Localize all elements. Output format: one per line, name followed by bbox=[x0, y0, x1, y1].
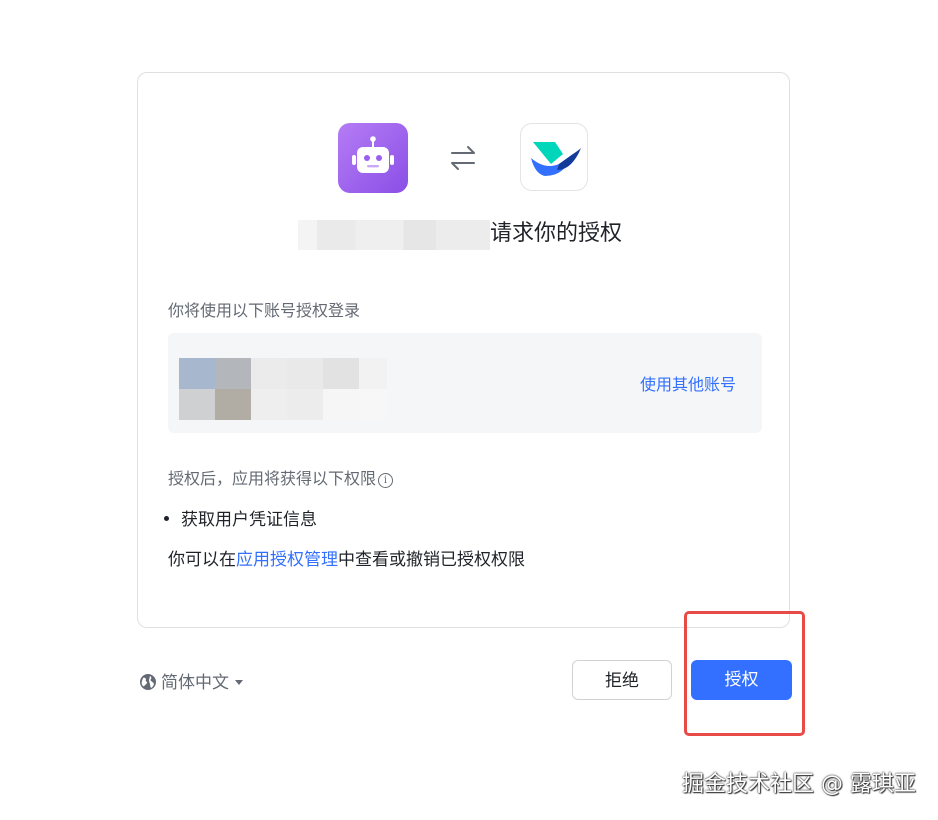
language-label: 简体中文 bbox=[161, 673, 229, 693]
chevron-down-icon bbox=[235, 680, 243, 685]
highlight-annotation bbox=[684, 611, 805, 736]
manage-suffix: 中查看或撤销已授权权限 bbox=[338, 550, 525, 570]
account-box: 使用其他账号 bbox=[168, 333, 762, 433]
globe-icon bbox=[140, 674, 156, 690]
account-label: 你将使用以下账号授权登录 bbox=[168, 301, 361, 320]
auth-title-row: 请求你的授权 bbox=[138, 217, 789, 251]
permission-item: 获取用户凭证信息 bbox=[164, 505, 317, 530]
manage-hint: 你可以在应用授权管理中查看或撤销已授权权限 bbox=[168, 545, 525, 570]
app-logos-row bbox=[138, 123, 789, 193]
auth-page: 请求你的授权 你将使用以下账号授权登录 使用其他账号 授权后，应用将获得以下权限… bbox=[0, 0, 938, 820]
info-icon[interactable]: i bbox=[378, 473, 394, 488]
watermark: 掘金技术社区 @ 露琪亚 bbox=[682, 772, 916, 797]
reject-button[interactable]: 拒绝 bbox=[572, 660, 672, 700]
language-selector[interactable]: 简体中文 bbox=[139, 668, 243, 693]
permissions-label-text: 授权后，应用将获得以下权限 bbox=[168, 469, 377, 488]
manage-prefix: 你可以在 bbox=[168, 550, 236, 570]
permission-item-text: 获取用户凭证信息 bbox=[181, 510, 317, 530]
permissions-label: 授权后，应用将获得以下权限 i bbox=[168, 465, 394, 489]
lark-logo-icon bbox=[520, 123, 588, 191]
request-title: 请求你的授权 bbox=[490, 221, 623, 246]
auth-card: 请求你的授权 你将使用以下账号授权登录 使用其他账号 授权后，应用将获得以下权限… bbox=[137, 72, 790, 628]
swap-arrows-icon bbox=[446, 141, 480, 175]
bullet-dot bbox=[164, 516, 169, 521]
use-other-account-link[interactable]: 使用其他账号 bbox=[640, 371, 736, 395]
blurred-account-info bbox=[179, 358, 387, 420]
blurred-app-name bbox=[298, 220, 490, 250]
robot-icon bbox=[338, 123, 408, 193]
app-auth-management-link[interactable]: 应用授权管理 bbox=[236, 550, 338, 570]
